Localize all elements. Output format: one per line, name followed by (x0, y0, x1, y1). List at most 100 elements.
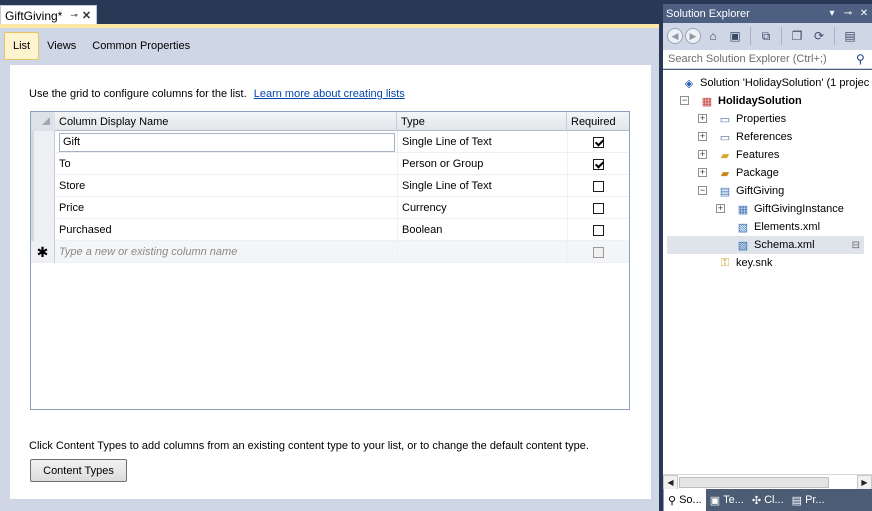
column-name-input[interactable]: Gift (59, 132, 395, 152)
table-row[interactable]: Store Single Line of Text (31, 175, 629, 197)
refresh-icon[interactable]: ⟳ (809, 26, 829, 46)
table-row[interactable]: To Person or Group (31, 153, 629, 175)
tab-common-properties[interactable]: Common Properties (84, 32, 198, 60)
required-cell[interactable] (567, 197, 629, 219)
scroll-left-icon[interactable]: ◀ (663, 475, 678, 490)
row-header[interactable] (31, 131, 55, 153)
close-icon[interactable]: ✕ (856, 8, 872, 19)
required-checkbox[interactable] (593, 224, 604, 236)
required-checkbox-disabled (593, 246, 604, 258)
tree-node-elements-xml[interactable]: ▧ Elements.xml (735, 218, 820, 236)
row-header[interactable] (31, 153, 55, 175)
scroll-right-icon[interactable]: ▶ (857, 475, 872, 490)
column-name-cell[interactable]: Purchased (55, 219, 397, 241)
expand-toggle[interactable]: + (698, 132, 707, 141)
properties-icon[interactable]: ▤ (840, 26, 860, 46)
scroll-thumb[interactable] (679, 477, 829, 488)
switch-views-icon[interactable]: ▣ (725, 26, 745, 46)
tab-class-view[interactable]: ✣ Cl... (748, 489, 788, 511)
window-position-dropdown-icon[interactable]: ▾ (824, 8, 840, 19)
column-type-cell[interactable]: Currency (397, 197, 567, 219)
tree-node-giftgiving[interactable]: − ▤ GiftGiving (698, 182, 784, 200)
home-icon[interactable]: ⌂ (703, 26, 723, 46)
solution-explorer-titlebar: Solution Explorer ▾ ⊸ ✕ (663, 4, 872, 23)
tree-node-key-snk[interactable]: ⚿ key.snk (717, 254, 773, 272)
toolbar-separator (834, 27, 835, 45)
required-cell[interactable] (567, 153, 629, 175)
tab-views[interactable]: Views (39, 32, 84, 60)
content-types-button[interactable]: Content Types (30, 459, 127, 482)
new-column-type-cell[interactable] (397, 241, 567, 263)
document-tab-giftgiving[interactable]: GiftGiving* ⊸ ✕ (0, 5, 97, 25)
list-designer-editor: List Views Common Properties Use the gri… (0, 24, 659, 511)
close-icon[interactable]: ✕ (82, 9, 91, 22)
column-name-cell[interactable]: Store (55, 175, 397, 197)
tree-node-package[interactable]: + ▰ Package (698, 164, 779, 182)
row-header[interactable] (31, 219, 55, 241)
search-icon: ⚲ (668, 494, 677, 507)
column-type-cell[interactable]: Boolean (397, 219, 567, 241)
back-icon[interactable]: ◀ (667, 28, 683, 44)
required-cell[interactable] (567, 131, 629, 153)
column-name-cell[interactable]: Gift (55, 131, 397, 153)
column-type-cell[interactable]: Person or Group (397, 153, 567, 175)
expand-toggle[interactable]: + (698, 114, 707, 123)
tree-node-features[interactable]: + ▰ Features (698, 146, 779, 164)
new-column-placeholder: Type a new or existing column name (59, 246, 238, 258)
header-column-display-name[interactable]: Column Display Name (55, 112, 397, 131)
tree-node-schema-xml[interactable]: ▧ Schema.xml ⊟ (667, 236, 864, 254)
collapse-toggle[interactable]: − (680, 96, 689, 105)
learn-more-link[interactable]: Learn more about creating lists (254, 88, 405, 100)
required-checkbox[interactable] (593, 136, 604, 148)
solution-explorer-search-input[interactable]: Search Solution Explorer (Ctrl+;) ⚲ (663, 49, 872, 69)
tab-label: Te... (723, 494, 744, 506)
new-column-name-input[interactable]: Type a new or existing column name (55, 241, 397, 263)
required-cell[interactable] (567, 219, 629, 241)
preview-selected-icon[interactable]: ⊟ (852, 240, 860, 251)
tab-list[interactable]: List (4, 32, 40, 60)
forward-icon[interactable]: ▶ (685, 28, 701, 44)
references-icon: ▭ (719, 131, 731, 144)
collapse-all-icon[interactable]: ⧉ (756, 26, 776, 46)
tree-node-label: Properties (736, 113, 787, 125)
tab-solution-explorer[interactable]: ⚲ So... (663, 489, 706, 511)
table-row[interactable]: Purchased Boolean (31, 219, 629, 241)
required-checkbox[interactable] (593, 158, 604, 170)
row-header[interactable] (31, 175, 55, 197)
column-type-cell[interactable]: Single Line of Text (397, 175, 567, 197)
show-all-files-icon[interactable]: ❐ (787, 26, 807, 46)
tree-node-project[interactable]: − ▦ HolidaySolution (680, 92, 802, 110)
column-name-value: Gift (63, 136, 81, 148)
tree-node-giftgivinginstance[interactable]: + ▦ GiftGivingInstance (716, 200, 844, 218)
required-checkbox[interactable] (593, 202, 604, 214)
tree-node-properties[interactable]: + ▭ Properties (698, 110, 787, 128)
header-type[interactable]: Type (397, 112, 567, 131)
column-type-cell[interactable]: Single Line of Text (397, 131, 567, 153)
search-icon[interactable]: ⚲ (856, 52, 872, 66)
header-required[interactable]: Required (567, 112, 629, 131)
horizontal-scrollbar[interactable]: ◀ ▶ (663, 474, 872, 490)
new-column-required-cell (567, 241, 629, 263)
tree-node-solution[interactable]: ◈ Solution 'HolidaySolution' (1 projec (681, 74, 870, 92)
column-name-cell[interactable]: To (55, 153, 397, 175)
tree-node-references[interactable]: + ▭ References (698, 128, 792, 146)
expand-toggle[interactable]: + (716, 204, 725, 213)
table-row[interactable]: Gift Single Line of Text (31, 131, 629, 153)
column-name-cell[interactable]: Price (55, 197, 397, 219)
grid-select-all-corner[interactable] (31, 112, 55, 131)
tab-properties[interactable]: ▤ Pr... (788, 489, 829, 511)
tab-team-explorer[interactable]: ▣ Te... (706, 489, 748, 511)
required-cell[interactable] (567, 175, 629, 197)
table-row[interactable]: Price Currency (31, 197, 629, 219)
new-column-row[interactable]: ✱ Type a new or existing column name (31, 241, 629, 263)
collapse-toggle[interactable]: − (698, 186, 707, 195)
expand-toggle[interactable]: + (698, 168, 707, 177)
search-placeholder: Search Solution Explorer (Ctrl+;) (668, 53, 827, 65)
pin-icon[interactable]: ⊸ (70, 10, 78, 21)
required-checkbox[interactable] (593, 180, 604, 192)
auto-hide-pin-icon[interactable]: ⊸ (840, 8, 856, 19)
xml-file-icon: ▧ (737, 239, 749, 252)
expand-toggle[interactable]: + (698, 150, 707, 159)
row-header[interactable] (31, 197, 55, 219)
toolbar-separator (750, 27, 751, 45)
